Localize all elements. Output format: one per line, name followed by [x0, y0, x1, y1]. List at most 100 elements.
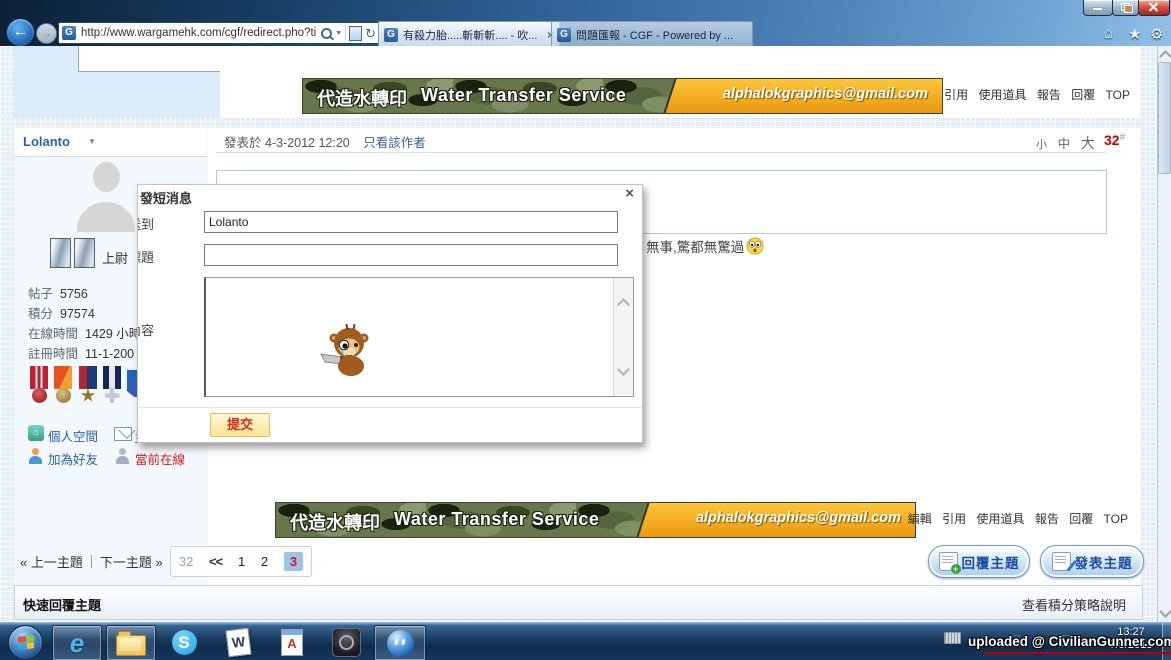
quick-reply-bar: 快速回覆主題 查看積分策略說明 [14, 585, 1143, 620]
submit-button[interactable]: 提交 [210, 413, 270, 437]
forum-page: 代造水轉印 Water Transfer Service alphalokgra… [0, 46, 1171, 622]
author-name-link[interactable]: Lolanto [23, 134, 70, 149]
send-message-dialog: 發短消息 × 送到 標題 內容 [137, 184, 643, 443]
scrollbar-thumb[interactable] [1158, 62, 1171, 174]
medal-icon [28, 366, 50, 412]
new-topic-button[interactable]: 發表主題 [1040, 545, 1144, 578]
taskbar-internet-explorer[interactable]: e [52, 625, 102, 660]
report-link[interactable]: 報告 [1037, 88, 1061, 102]
tab2-title: 問題匯報 - CGF - Powered by ... [576, 27, 747, 43]
floor-number: 32# [1104, 132, 1125, 148]
reply-doc-icon [939, 552, 958, 571]
close-button[interactable] [1138, 0, 1170, 16]
screen: ← → G ▼ ↻ G 有殺力胎.....斬斬斬.... - 吹... × G … [0, 0, 1171, 660]
browser-chrome: ← → G ▼ ↻ G 有殺力胎.....斬斬斬.... - 吹... × G … [0, 0, 1171, 46]
scroll-down-icon[interactable] [1159, 605, 1171, 618]
taskbar-messenger[interactable] [374, 625, 426, 660]
tools-gear-icon[interactable]: ⚙ [1150, 25, 1163, 43]
page-2-link[interactable]: 2 [261, 554, 268, 569]
credit-policy-link[interactable]: 查看積分策略說明 [1022, 595, 1126, 614]
font-small-link[interactable]: 小 [1036, 139, 1047, 151]
folder-icon [116, 635, 146, 656]
taskbar-file-explorer[interactable] [106, 625, 156, 660]
add-friend-link[interactable]: 加為好友 [48, 449, 98, 468]
back-icon: ← [13, 23, 29, 40]
top-link[interactable]: TOP [1106, 88, 1130, 102]
textarea-scroll-down-icon[interactable] [617, 363, 630, 376]
skype-icon [172, 630, 197, 655]
prev-topic-link[interactable]: « 上一主題 [20, 552, 83, 571]
top-link[interactable]: TOP [1104, 512, 1128, 526]
send-message-icon [114, 427, 132, 441]
personal-space-link[interactable]: 個人空間 [48, 426, 98, 445]
avatar[interactable] [74, 160, 138, 232]
restore-button[interactable] [1112, 0, 1139, 16]
scroll-up-icon[interactable] [1159, 50, 1171, 63]
font-large-link[interactable]: 大 [1081, 135, 1095, 151]
subject-field[interactable] [204, 244, 618, 266]
forward-button[interactable]: → [36, 23, 57, 44]
word-document-icon [225, 627, 251, 657]
taskbar-skype[interactable] [160, 625, 208, 659]
taskbar: e uploaded @ CivilianGunner.com 13:27 7/… [0, 622, 1171, 660]
textarea-scroll-up-icon[interactable] [617, 298, 630, 311]
tab-inactive[interactable]: G 問題匯報 - CGF - Powered by ... [551, 21, 753, 47]
use-item-link[interactable]: 使用道具 [978, 88, 1026, 102]
dialog-divider [138, 407, 642, 408]
quote-link[interactable]: 引用 [944, 88, 968, 102]
posted-at: 發表於 4-3-2012 12:20 [224, 136, 350, 150]
online-status-icon [115, 448, 131, 464]
taskbar-text-document[interactable] [268, 625, 316, 659]
page-1-link[interactable]: 1 [238, 554, 245, 569]
reply-topic-button[interactable]: 回覆主題 [928, 545, 1030, 578]
reply-link[interactable]: 回覆 [1071, 88, 1095, 102]
medal-icon [101, 366, 123, 412]
ad-banner-top[interactable]: 代造水轉印 Water Transfer Service alphalokgra… [302, 78, 943, 114]
post1-action-links: 引用 使用道具 報告 回覆 TOP [860, 86, 1130, 103]
text-document-icon [281, 629, 303, 656]
use-item-link[interactable]: 使用道具 [976, 512, 1024, 526]
tab-active[interactable]: G 有殺力胎.....斬斬斬.... - 吹... × [378, 21, 560, 47]
compatibility-icon[interactable] [349, 26, 362, 41]
to-field[interactable] [204, 211, 618, 233]
dialog-close-icon[interactable]: × [625, 185, 634, 202]
edit-link[interactable]: 編輯 [908, 512, 932, 526]
rank-insignia-icon [50, 238, 71, 268]
author-caret-icon[interactable]: ▼ [88, 137, 96, 146]
address-dropdown-icon[interactable]: ▼ [335, 30, 342, 37]
tray-keyboard-icon[interactable] [944, 632, 961, 644]
favorites-icon[interactable]: ★ [1128, 25, 1141, 43]
current-page[interactable]: 3 [284, 552, 303, 571]
textarea-scrollbar[interactable] [613, 278, 633, 396]
taskbar-world-of-tanks[interactable] [322, 625, 370, 659]
topic-nav-separator [91, 555, 92, 568]
taskbar-word-document[interactable] [214, 625, 262, 659]
start-button[interactable] [8, 625, 43, 660]
report-link[interactable]: 報告 [1035, 512, 1059, 526]
first-page-link[interactable]: << [209, 554, 222, 569]
post2-text: 無事,驚都無驚過 [646, 236, 764, 256]
back-button[interactable]: ← [6, 18, 35, 47]
new-topic-doc-icon [1052, 552, 1071, 571]
url-input[interactable] [79, 26, 318, 40]
view-author-link[interactable]: 只看該作者 [363, 136, 426, 150]
ad-banner-bottom[interactable]: 代造水轉印 Water Transfer Service alphalokgra… [275, 502, 916, 538]
shocked-emoticon [746, 237, 764, 255]
home-icon[interactable]: ⌂ [1104, 25, 1113, 42]
post1-sidebar [14, 46, 220, 118]
medal-icon [77, 366, 99, 412]
minimize-button[interactable] [1083, 0, 1113, 16]
subject-label: 標題 [137, 247, 154, 266]
page-total: 32 [179, 554, 193, 569]
reply-link[interactable]: 回覆 [1069, 512, 1093, 526]
message-textarea[interactable] [204, 277, 634, 397]
search-icon[interactable] [321, 28, 332, 39]
refresh-icon[interactable]: ↻ [365, 27, 376, 40]
windows-logo-icon [18, 635, 34, 649]
next-topic-link[interactable]: 下一主題 » [100, 552, 163, 571]
address-bar[interactable]: G ▼ ↻ [58, 22, 380, 44]
quote-link[interactable]: 引用 [942, 512, 966, 526]
font-mid-link[interactable]: 中 [1058, 137, 1071, 151]
tab2-favicon: G [557, 28, 571, 42]
banner-cn-text: 代造水轉印 [317, 85, 407, 111]
